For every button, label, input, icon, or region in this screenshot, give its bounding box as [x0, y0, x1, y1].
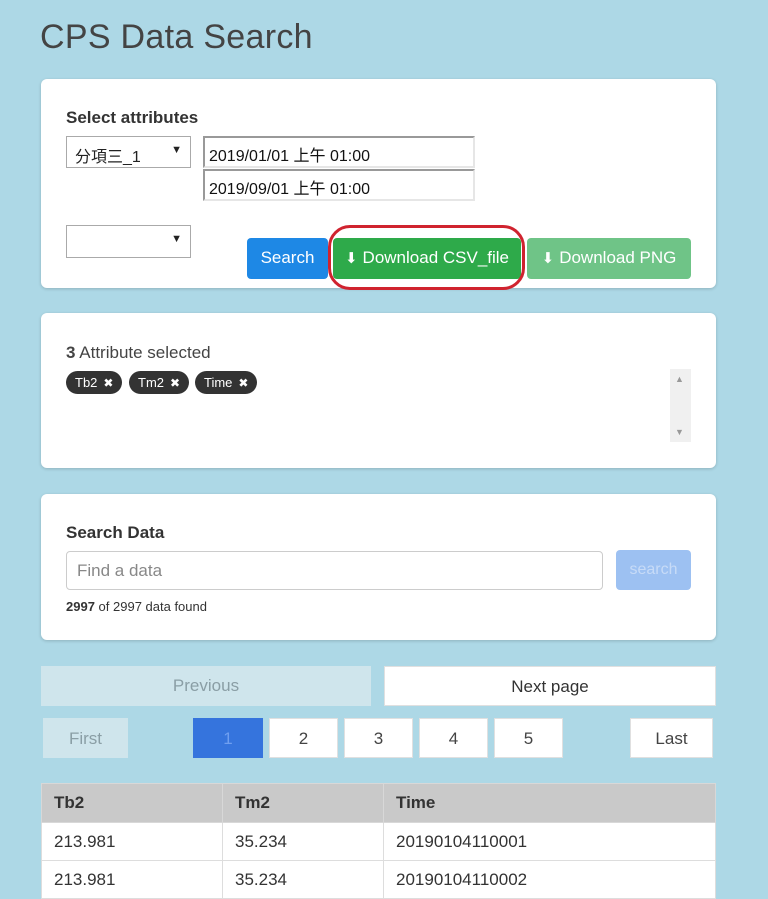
attribute-select-1[interactable]: 分項三_1 ▼ [66, 136, 191, 168]
table-row: 213.981 35.234 20190104110001 [41, 822, 716, 861]
table-cell: 213.981 [41, 822, 223, 861]
close-icon[interactable]: ✖ [103, 376, 113, 390]
selected-count-suffix: Attribute selected [79, 343, 211, 362]
page-button-2[interactable]: 2 [269, 718, 338, 758]
table-cell: 35.234 [222, 822, 384, 861]
search-data-button[interactable]: search [616, 550, 691, 590]
chevron-down-icon: ▼ [171, 144, 182, 156]
data-table: Tb2 Tm2 Time 213.981 35.234 201901041100… [41, 783, 716, 899]
download-png-button[interactable]: ⬇ Download PNG [527, 238, 691, 279]
download-icon: ⬇ [541, 250, 555, 267]
download-png-label: Download PNG [559, 248, 677, 267]
attribute-chip[interactable]: Tm2 ✖ [129, 371, 190, 394]
search-input[interactable]: Find a data [66, 551, 603, 590]
chevron-down-icon: ▼ [171, 233, 182, 245]
attribute-chip[interactable]: Time ✖ [195, 371, 258, 394]
chip-label: Time [204, 375, 233, 390]
highlight-annotation [328, 225, 525, 290]
first-page-button[interactable]: First [43, 718, 128, 758]
table-header-row: Tb2 Tm2 Time [41, 783, 716, 823]
last-page-button[interactable]: Last [630, 718, 713, 758]
scroll-up-icon[interactable]: ▲ [675, 374, 684, 384]
column-header[interactable]: Time [383, 783, 716, 823]
select-attributes-heading: Select attributes [66, 108, 199, 127]
results-count-suffix: of 2997 data found [98, 599, 207, 614]
table-cell: 20190104110001 [383, 822, 716, 861]
search-button-label: Search [260, 248, 315, 267]
start-date-input[interactable]: 2019/01/01 上午 01:00 [203, 136, 475, 168]
results-count-text: 2997 of 2997 data found [66, 599, 207, 614]
chip-label: Tb2 [75, 375, 98, 390]
close-icon[interactable]: ✖ [170, 376, 180, 390]
selected-count: 3 [66, 343, 76, 362]
table-cell: 213.981 [41, 860, 223, 899]
attribute-select-1-value: 分項三_1 [75, 149, 141, 166]
table-row: 213.981 35.234 20190104110002 [41, 860, 716, 899]
selected-count-text: 3 Attribute selected [66, 343, 211, 363]
close-icon[interactable]: ✖ [238, 376, 248, 390]
previous-button[interactable]: Previous [41, 666, 371, 706]
page-button-5[interactable]: 5 [494, 718, 563, 758]
search-button[interactable]: Search [247, 238, 328, 279]
page-title: CPS Data Search [40, 18, 313, 56]
scrollbar[interactable]: ▲ ▼ [670, 369, 691, 442]
next-page-button[interactable]: Next page [384, 666, 716, 706]
column-header[interactable]: Tm2 [222, 783, 384, 823]
attribute-select-2[interactable]: ▼ [66, 225, 191, 258]
table-cell: 20190104110002 [383, 860, 716, 899]
table-cell: 35.234 [222, 860, 384, 899]
attribute-chip[interactable]: Tb2 ✖ [66, 371, 123, 394]
results-count: 2997 [66, 599, 95, 614]
search-data-heading: Search Data [66, 523, 165, 542]
scroll-down-icon[interactable]: ▼ [675, 427, 684, 437]
chip-label: Tm2 [138, 375, 164, 390]
page-button-3[interactable]: 3 [344, 718, 413, 758]
column-header[interactable]: Tb2 [41, 783, 223, 823]
end-date-input[interactable]: 2019/09/01 上午 01:00 [203, 169, 475, 201]
page-button-1[interactable]: 1 [193, 718, 263, 758]
page-button-4[interactable]: 4 [419, 718, 488, 758]
